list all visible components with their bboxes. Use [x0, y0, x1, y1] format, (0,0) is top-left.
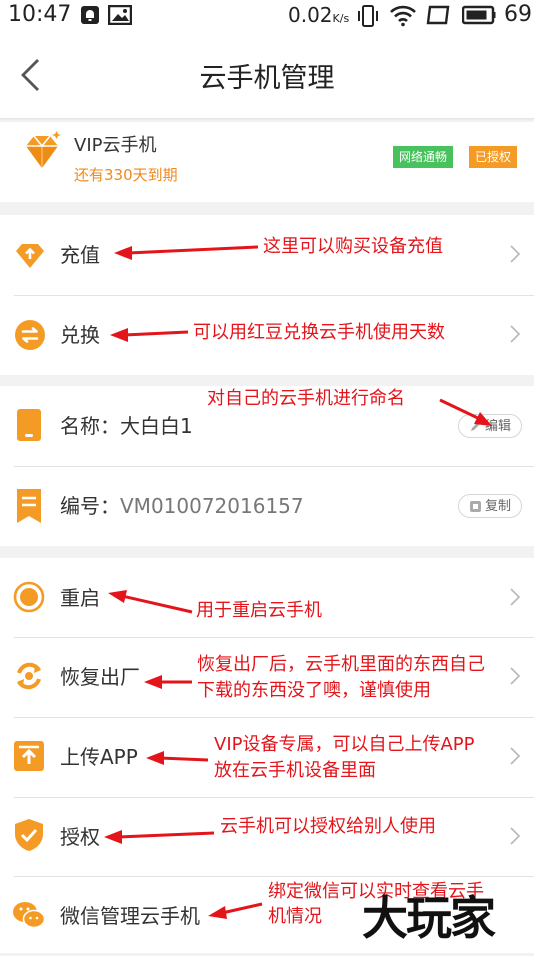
- wifi-icon: [390, 5, 416, 27]
- page-title: 云手机管理: [199, 63, 335, 94]
- image-icon: [108, 5, 132, 25]
- bookmark-icon: [17, 489, 41, 523]
- network-speed: 0.02K/s: [288, 3, 350, 27]
- shield-check-icon: [15, 819, 43, 851]
- annotation-rename: 对自己的云手机进行命名: [207, 388, 405, 409]
- bell-icon: [81, 6, 99, 24]
- watermark-logo: 大玩家: [362, 891, 496, 945]
- annotation-upload-line1: VIP设备专属，可以自己上传APP: [214, 734, 475, 755]
- status-time: 10:47: [8, 2, 72, 27]
- upload-app-label: 上传APP: [60, 745, 138, 769]
- copy-number-button[interactable]: 复制: [458, 494, 522, 518]
- factory-reset-row[interactable]: 恢复出厂: [0, 637, 534, 717]
- phone-icon: [17, 409, 41, 441]
- network-status-badge: 网络通畅: [393, 146, 454, 168]
- battery-icon: [462, 5, 496, 25]
- annotation-restart: 用于重启云手机: [196, 600, 322, 621]
- edit-name-button[interactable]: 编辑: [458, 414, 522, 438]
- vip-expiry: 还有330天到期: [74, 166, 178, 184]
- diamond-icon: [26, 131, 61, 168]
- recharge-label: 充值: [60, 243, 100, 267]
- wechat-manage-label: 微信管理云手机: [60, 904, 200, 928]
- restart-row[interactable]: 重启: [0, 558, 534, 638]
- exchange-label: 兑换: [60, 323, 100, 347]
- vibrate-icon: [358, 5, 378, 27]
- exchange-icon: [15, 320, 45, 350]
- pencil-icon: [471, 422, 480, 431]
- upload-app-row[interactable]: 上传APP: [0, 717, 534, 797]
- chevron-right-icon: [510, 245, 520, 263]
- restart-label: 重启: [60, 586, 100, 610]
- vip-card: VIP云手机 还有330天到期: [0, 122, 534, 202]
- chevron-right-icon: [510, 667, 520, 685]
- nav-bar: 云手机管理: [0, 30, 534, 118]
- chevron-right-icon: [510, 325, 520, 343]
- window-icon: [426, 5, 450, 25]
- refresh-icon: [17, 662, 41, 690]
- device-name: 名称：大白白1: [60, 414, 193, 438]
- chevron-right-icon: [510, 747, 520, 765]
- number-row: 编号：VM010072016157 复制: [0, 466, 534, 546]
- authorize-label: 授权: [60, 825, 100, 849]
- annotation-upload-line2: 放在云手机设备里面: [214, 760, 376, 781]
- copy-icon: [470, 501, 481, 512]
- annotation-reset-line1: 恢复出厂后，云手机里面的东西自己: [197, 654, 485, 675]
- diamond-arrow-icon: [16, 244, 44, 268]
- annotation-recharge: 这里可以购买设备充值: [263, 236, 443, 257]
- chevron-right-icon: [510, 827, 520, 845]
- battery-level: 69: [504, 2, 532, 27]
- status-bar: 10:47 0.02K/s 69: [0, 0, 534, 30]
- annotation-wechat-line2: 机情况: [268, 906, 322, 927]
- chevron-right-icon: [510, 588, 520, 606]
- record-icon: [13, 581, 45, 613]
- annotation-authorize: 云手机可以授权给别人使用: [220, 816, 436, 837]
- upload-icon: [14, 741, 44, 771]
- authorized-badge: 已授权: [469, 146, 518, 168]
- wechat-icon: [13, 902, 46, 929]
- annotation-exchange: 可以用红豆兑换云手机使用天数: [193, 322, 445, 343]
- annotation-reset-line2: 下载的东西没了噢，谨慎使用: [197, 680, 431, 701]
- device-number: 编号：VM010072016157: [60, 494, 304, 518]
- vip-title: VIP云手机: [74, 135, 157, 156]
- factory-reset-label: 恢复出厂: [60, 665, 140, 689]
